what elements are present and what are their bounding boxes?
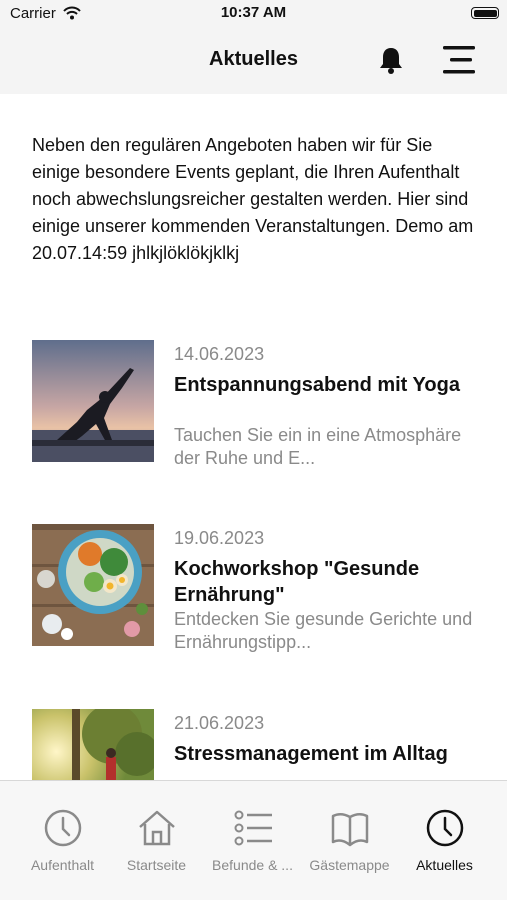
nav-bar: Aktuelles	[0, 28, 507, 94]
event-title: Stressmanagement im Alltag	[174, 743, 448, 765]
tab-bar: Aufenthalt Startseite Befunde & ... Gäst…	[0, 780, 507, 900]
event-image-food	[32, 524, 154, 646]
event-title: Entspannungsabend mit Yoga	[174, 374, 460, 396]
list-icon	[234, 810, 272, 846]
tab-befunde[interactable]: Befunde & ...	[205, 781, 300, 891]
book-icon	[331, 813, 369, 847]
battery-icon	[471, 7, 499, 19]
tab-label: Befunde & ...	[212, 857, 293, 873]
page-title: Aktuelles	[209, 48, 298, 70]
tab-label: Aktuelles	[416, 857, 473, 873]
tab-label: Gästemappe	[309, 857, 390, 873]
status-bar: Carrier 10:37 AM	[0, 0, 507, 28]
tab-label: Aufenthalt	[30, 857, 95, 873]
tab-label: Startseite	[126, 857, 187, 873]
menu-icon[interactable]	[441, 43, 477, 77]
event-date: 14.06.2023	[174, 344, 265, 364]
tab-startseite[interactable]: Startseite	[109, 781, 204, 891]
event-item[interactable]: 19.06.2023 Kochworkshop "Gesunde Ernähru…	[32, 524, 482, 652]
event-date: 19.06.2023	[174, 528, 265, 548]
event-description: Tauchen Sie ein in eine Atmosphäre der R…	[174, 425, 462, 468]
event-description: Entdecken Sie gesunde Gerichte und Ernäh…	[174, 609, 473, 652]
home-icon	[139, 810, 175, 846]
bell-icon[interactable]	[377, 45, 405, 75]
event-title: Kochworkshop "Gesunde Ernährung"	[174, 558, 420, 606]
event-image-yoga	[32, 340, 154, 462]
clock-time: 10:37 AM	[220, 4, 287, 21]
tab-gaestemappe[interactable]: Gästemappe	[302, 781, 397, 891]
event-item[interactable]: 14.06.2023 Entspannungsabend mit Yoga Ta…	[32, 340, 482, 468]
clock-icon	[44, 809, 82, 847]
intro-text: Neben den regulären Angeboten haben wir …	[32, 135, 474, 263]
clock-icon	[426, 809, 464, 847]
event-date: 21.06.2023	[174, 713, 265, 733]
tab-aufenthalt[interactable]: Aufenthalt	[15, 781, 110, 891]
tab-aktuelles[interactable]: Aktuelles	[397, 781, 492, 891]
